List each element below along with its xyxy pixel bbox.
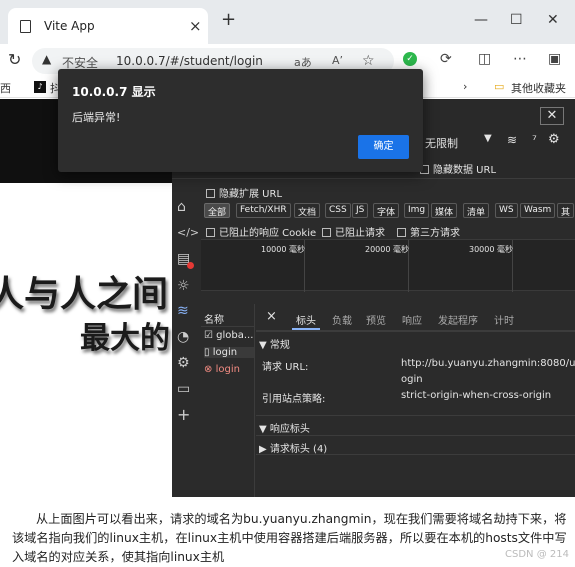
filter-other[interactable]: 其: [557, 203, 575, 218]
window-close-button[interactable]: ✕: [547, 12, 559, 28]
watermark: CSDN @ 214: [505, 549, 569, 560]
tab-response[interactable]: 响应: [402, 312, 422, 327]
article-caption: 从上面图片可以看出来，请求的域名为bu.yuanyu.zhangmin，现在我们…: [12, 512, 567, 564]
timeline-tick: 30000 毫秒: [469, 245, 513, 254]
bug-icon[interactable]: ☼: [177, 278, 190, 294]
tab-initiator[interactable]: 发起程序: [438, 312, 478, 327]
filter-fetch-xhr[interactable]: Fetch/XHR: [236, 203, 291, 218]
application-icon[interactable]: ▭: [177, 381, 190, 397]
filter-wasm[interactable]: Wasm: [520, 203, 556, 218]
page-heading-line1: 人与人之间: [0, 273, 169, 315]
new-tab-button[interactable]: +: [221, 11, 236, 29]
third-party-checkbox[interactable]: 第三方请求: [397, 224, 460, 239]
network-wifi-icon[interactable]: ≋: [177, 303, 189, 319]
dialog-message: 后端异常!: [72, 111, 121, 124]
import-icon[interactable]: ⁷: [532, 133, 537, 147]
error-badge: [187, 262, 194, 269]
referrer-policy-value: strict-origin-when-cross-origin: [401, 390, 552, 401]
request-list: 名称 ☑ globa... ▯ login ⊗ login: [201, 304, 255, 497]
filter-media[interactable]: 媒体: [431, 203, 458, 218]
general-section-toggle[interactable]: ▼ 常规: [259, 336, 290, 351]
request-row[interactable]: ☑ globa...: [204, 330, 253, 341]
throttle-dropdown-icon[interactable]: ▼: [484, 133, 492, 144]
error-circle-icon: ⊗: [204, 364, 213, 375]
timeline-tick: 20000 毫秒: [365, 245, 409, 254]
tab-title: Vite App: [44, 19, 95, 33]
filter-font[interactable]: 字体: [373, 203, 400, 218]
request-headers-section: ▶ 请求标头 (4): [256, 435, 575, 455]
home-icon[interactable]: ⌂: [177, 199, 186, 215]
request-row-error[interactable]: ⊗ login: [204, 364, 240, 375]
extension-check-icon[interactable]: ✓: [403, 52, 417, 66]
blocked-cookies-checkbox[interactable]: 已阻止的响应 Cookie: [206, 224, 316, 239]
response-headers-toggle[interactable]: ▼ 响应标头: [259, 420, 310, 435]
bookmarks-chevron-icon[interactable]: ›: [463, 80, 467, 93]
filter-css[interactable]: CSS: [325, 203, 351, 218]
tab-close-icon[interactable]: ×: [189, 17, 202, 35]
wifi-icon[interactable]: ≋: [507, 133, 517, 147]
performance-icon[interactable]: ◔: [177, 329, 189, 345]
request-headers-toggle[interactable]: ▶ 请求标头 (4): [259, 440, 327, 455]
refresh-icon[interactable]: ↻: [8, 50, 21, 69]
tab-timing[interactable]: 计时: [494, 312, 514, 327]
general-section: ▼ 常规 请求 URL: http://bu.yuanyu.zhangmin:8…: [256, 331, 575, 415]
filter-img[interactable]: Img: [404, 203, 430, 218]
add-tool-icon[interactable]: +: [177, 407, 190, 423]
more-icon[interactable]: ⋯: [513, 51, 527, 67]
request-url-value-cont: ogin: [401, 374, 423, 385]
document-icon: ▯: [204, 347, 210, 358]
refresh-extension-icon[interactable]: ⟳: [440, 51, 452, 67]
browser-tab[interactable]: Vite App ×: [8, 8, 208, 44]
doc-check-icon: ☑: [204, 330, 213, 341]
dialog-title: 10.0.0.7 显示: [72, 85, 156, 99]
favorite-star-icon[interactable]: ☆: [362, 53, 375, 69]
referrer-policy-label: 引用站点策略:: [262, 394, 326, 405]
tiktok-icon: ♪: [34, 81, 46, 93]
settings-gear-icon[interactable]: ⚙: [548, 132, 560, 147]
dialog-ok-button[interactable]: 确定: [358, 135, 409, 159]
filter-ws[interactable]: WS: [495, 203, 518, 218]
browser-tab-bar: Vite App × + — ☐ ✕: [0, 0, 575, 44]
alert-dialog: 10.0.0.7 显示 后端异常! 确定: [58, 69, 423, 172]
tab-preview[interactable]: 预览: [366, 312, 386, 327]
network-timeline[interactable]: 10000 毫秒 20000 毫秒 30000 毫秒: [201, 239, 575, 292]
blocked-requests-checkbox[interactable]: 已阻止请求: [322, 224, 385, 239]
throttle-select[interactable]: 无限制: [425, 135, 458, 151]
detail-tabs: × 标头 负载 预览 响应 发起程序 计时: [256, 304, 575, 331]
tab-headers[interactable]: 标头: [296, 312, 316, 327]
filter-doc[interactable]: 文档: [294, 203, 321, 218]
maximize-button[interactable]: ☐: [510, 12, 523, 28]
response-headers-section: ▼ 响应标头: [256, 415, 575, 435]
hide-data-url-checkbox[interactable]: 隐藏数据 URL: [420, 161, 496, 176]
page-heading-line2: 最大的: [80, 321, 170, 356]
devtools-sidebar: ⌂ </> ▤ ☼ ≋ ◔ ⚙ ▭ +: [172, 179, 199, 497]
sidebar-icon[interactable]: ▣: [548, 51, 561, 67]
bookmark-folder-label[interactable]: 其他收藏夹: [511, 80, 566, 96]
filter-manifest[interactable]: 清单: [463, 203, 490, 218]
settings-icon[interactable]: ⚙: [177, 355, 190, 371]
read-aloud-icon[interactable]: aあ: [294, 54, 312, 70]
screenshot: Vite App × + — ☐ ✕ ↻ ▲ 不安全 10.0.0.7/#/st…: [0, 0, 575, 497]
bookmark-item[interactable]: 西: [0, 80, 11, 96]
filter-all[interactable]: 全部: [204, 203, 231, 218]
timeline-tick: 10000 毫秒: [261, 245, 305, 254]
tab-payload[interactable]: 负载: [332, 312, 352, 327]
document-icon: [20, 20, 31, 33]
detail-close-icon[interactable]: ×: [266, 309, 277, 324]
hide-extension-url-checkbox[interactable]: 隐藏扩展 URL: [206, 185, 282, 200]
split-screen-icon[interactable]: ◫: [478, 51, 491, 67]
folder-icon: ▭: [494, 80, 505, 93]
text-size-icon[interactable]: Aʼ: [332, 54, 343, 67]
warning-icon[interactable]: ▲: [42, 52, 51, 66]
request-url-value: http://bu.yuanyu.zhangmin:8080/user/l: [401, 358, 575, 369]
devtools-close-icon[interactable]: ✕: [540, 107, 564, 125]
request-row[interactable]: ▯ login: [204, 347, 254, 358]
filter-js[interactable]: JS: [352, 203, 369, 218]
elements-icon[interactable]: </>: [177, 225, 199, 241]
request-url-label: 请求 URL:: [262, 362, 309, 373]
active-tab-indicator: [292, 328, 320, 330]
minimize-button[interactable]: —: [474, 12, 488, 28]
url-text[interactable]: 10.0.0.7/#/student/login: [116, 54, 263, 68]
request-list-header[interactable]: 名称: [204, 311, 224, 326]
